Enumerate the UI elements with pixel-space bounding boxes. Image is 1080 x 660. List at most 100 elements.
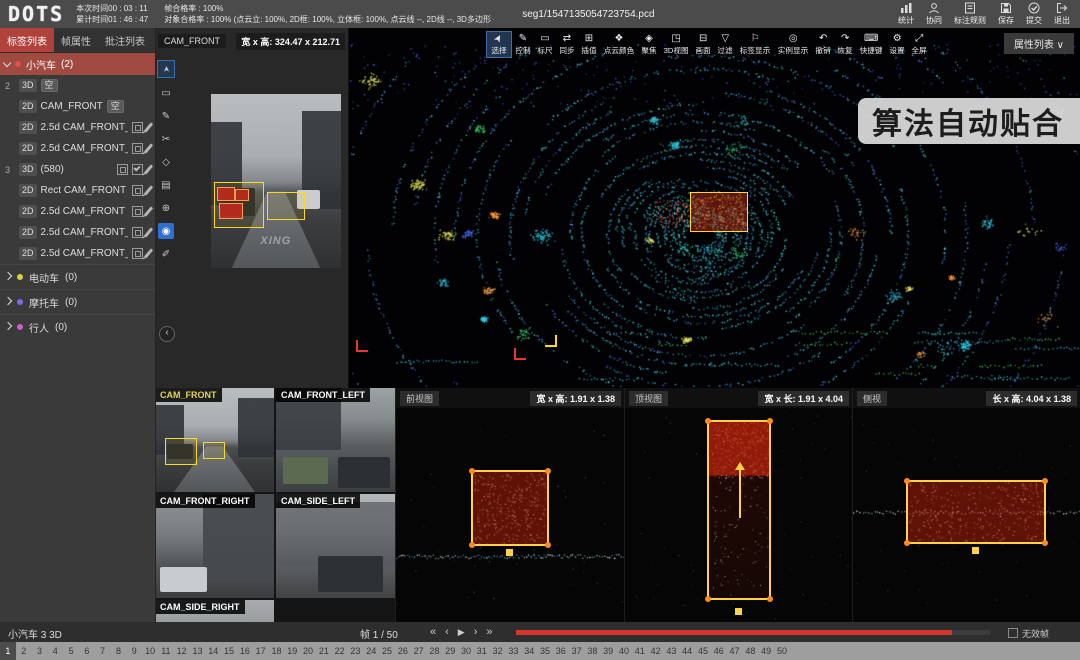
frame-cell[interactable]: 15 xyxy=(221,642,237,660)
resize-handle[interactable] xyxy=(705,418,711,424)
camera-image[interactable]: XING xyxy=(211,94,341,268)
scissors-icon[interactable]: ✂ xyxy=(158,131,174,147)
resize-handle[interactable] xyxy=(705,596,711,602)
tree-row[interactable]: 2D 2.5d CAM_FRONT_… xyxy=(0,222,155,243)
rotate-handle[interactable] xyxy=(972,547,979,554)
tree-row[interactable]: 2D 2.5d CAM_FRONT_… xyxy=(0,117,155,138)
frame-cell[interactable]: 7 xyxy=(95,642,111,660)
edit-icon[interactable] xyxy=(144,164,153,174)
frame-cell[interactable]: 2 xyxy=(16,642,32,660)
frame-cell[interactable]: 49 xyxy=(758,642,774,660)
tool-cloud-color[interactable]: ❖点云颜色 xyxy=(600,31,638,58)
frame-cell[interactable]: 50 xyxy=(774,642,790,660)
annotation-2d-box[interactable] xyxy=(267,192,305,220)
frame-cell[interactable]: 3 xyxy=(32,642,48,660)
edit-icon[interactable] xyxy=(144,206,153,216)
frame-cell[interactable]: 19 xyxy=(284,642,300,660)
copy-icon[interactable] xyxy=(132,185,143,196)
brush-icon[interactable]: ✐ xyxy=(158,246,174,262)
tree-row[interactable]: 2D Rect CAM_FRONT xyxy=(0,180,155,201)
tool-redo[interactable]: ↷恢复 xyxy=(834,31,856,58)
tree-group-motorcycle[interactable]: 摩托车 (0) xyxy=(0,289,155,314)
tree-group-ebike[interactable]: 电动车 (0) xyxy=(0,264,155,289)
edit-icon[interactable] xyxy=(144,185,153,195)
resize-handle[interactable] xyxy=(1042,540,1048,546)
frame-cell[interactable]: 14 xyxy=(205,642,221,660)
resize-handle[interactable] xyxy=(469,542,475,548)
exit-button[interactable]: 退出 xyxy=(1054,2,1070,26)
frame-cell[interactable]: 11 xyxy=(158,642,174,660)
resize-handle[interactable] xyxy=(767,418,773,424)
tool-sync[interactable]: ⇄同步 xyxy=(556,31,578,58)
frame-cell[interactable]: 46 xyxy=(711,642,727,660)
cube-icon[interactable]: ▤ xyxy=(158,177,174,193)
frame-cell[interactable]: 24 xyxy=(363,642,379,660)
edit-icon[interactable] xyxy=(144,227,153,237)
annotation-box-side[interactable] xyxy=(906,480,1046,544)
copy-icon[interactable] xyxy=(132,122,143,133)
statistics-button[interactable]: 统计 xyxy=(898,2,914,26)
timeline-track[interactable] xyxy=(516,630,990,635)
tool-select[interactable]: ➤选择 xyxy=(486,31,512,58)
tree-row[interactable]: 2 3D 空 xyxy=(0,75,155,96)
frame-cell[interactable]: 18 xyxy=(269,642,285,660)
copy-icon[interactable] xyxy=(132,227,143,238)
resize-handle[interactable] xyxy=(545,542,551,548)
frame-cell[interactable]: 42 xyxy=(648,642,664,660)
submit-button[interactable]: 提交 xyxy=(1026,2,1042,26)
tree-row[interactable]: 3 3D (580) xyxy=(0,159,155,180)
pencil-icon[interactable]: ✎ xyxy=(158,108,174,124)
frame-cell[interactable]: 23 xyxy=(348,642,364,660)
tool-control[interactable]: ✎控制 xyxy=(512,31,534,58)
tab-label-list[interactable]: 标签列表 xyxy=(0,28,54,52)
tree-row[interactable]: 2D CAM_FRONT 空 xyxy=(0,96,155,117)
tab-comment-list[interactable]: 批注列表 xyxy=(98,28,152,52)
frame-cell[interactable]: 34 xyxy=(521,642,537,660)
thumb-cam-front-right[interactable]: CAM_FRONT_RIGHT xyxy=(155,494,274,598)
copy-icon[interactable] xyxy=(132,143,143,154)
tab-frame-props[interactable]: 帧属性 xyxy=(54,28,98,52)
resize-handle[interactable] xyxy=(545,468,551,474)
frame-cell[interactable]: 38 xyxy=(584,642,600,660)
thumb-cam-side-left[interactable]: CAM_SIDE_LEFT xyxy=(276,494,395,598)
frame-cell[interactable]: 48 xyxy=(742,642,758,660)
resize-handle[interactable] xyxy=(904,540,910,546)
heading-arrow[interactable] xyxy=(739,466,741,518)
crosshair-icon[interactable]: ⊕ xyxy=(158,200,174,216)
tool-fullscreen[interactable]: ⤢全屏 xyxy=(908,31,930,58)
prev-frame-button[interactable]: ‹ xyxy=(445,625,449,639)
frame-cell[interactable]: 32 xyxy=(490,642,506,660)
tool-instance-display[interactable]: ◎实例显示 xyxy=(774,31,812,58)
frame-cell[interactable]: 13 xyxy=(190,642,206,660)
frame-cell[interactable]: 45 xyxy=(695,642,711,660)
tool-settings[interactable]: ⚙设置 xyxy=(886,31,908,58)
edit-icon[interactable] xyxy=(144,122,153,132)
collaborate-button[interactable]: 协同 xyxy=(926,2,942,26)
frame-cell[interactable]: 26 xyxy=(395,642,411,660)
frame-cell[interactable]: 40 xyxy=(616,642,632,660)
tool-undo[interactable]: ↶撤销 xyxy=(812,31,834,58)
tree-row[interactable]: 2D 2.5d CAM_FRONT xyxy=(0,201,155,222)
polygon-icon[interactable]: ◇ xyxy=(158,154,174,170)
resize-handle[interactable] xyxy=(469,468,475,474)
checkbox-icon[interactable] xyxy=(132,164,143,175)
frame-cell[interactable]: 47 xyxy=(727,642,743,660)
frame-cell[interactable]: 31 xyxy=(474,642,490,660)
copy-icon[interactable] xyxy=(132,206,143,217)
marquee-icon[interactable]: ▭ xyxy=(158,85,174,101)
frame-cell[interactable]: 30 xyxy=(458,642,474,660)
frame-cell[interactable]: 20 xyxy=(300,642,316,660)
thumb-cam-front-left[interactable]: CAM_FRONT_LEFT xyxy=(276,388,395,492)
rotate-handle[interactable] xyxy=(506,549,513,556)
tree-row[interactable]: 2D 2.5d CAM_FRONT_… xyxy=(0,138,155,159)
next-frame-button[interactable]: › xyxy=(474,625,478,639)
pointcloud-3d-view[interactable]: ➤选择 ✎控制 ▭标尺 ⇄同步 ⊞插值 ❖点云颜色 ◈聚焦 ◳3D视图 ⊟画面 … xyxy=(348,28,1080,388)
frame-cell[interactable]: 21 xyxy=(316,642,332,660)
sidebar-collapse-button[interactable]: ‹ xyxy=(159,326,175,342)
tree-row[interactable]: 2D 2.5d CAM_FRONT_… xyxy=(0,243,155,264)
frame-cell[interactable]: 10 xyxy=(142,642,158,660)
last-frame-button[interactable]: » xyxy=(486,625,492,639)
frame-cell[interactable]: 8 xyxy=(111,642,127,660)
frame-cell[interactable]: 16 xyxy=(237,642,253,660)
annotation-2d-box[interactable] xyxy=(214,182,264,228)
